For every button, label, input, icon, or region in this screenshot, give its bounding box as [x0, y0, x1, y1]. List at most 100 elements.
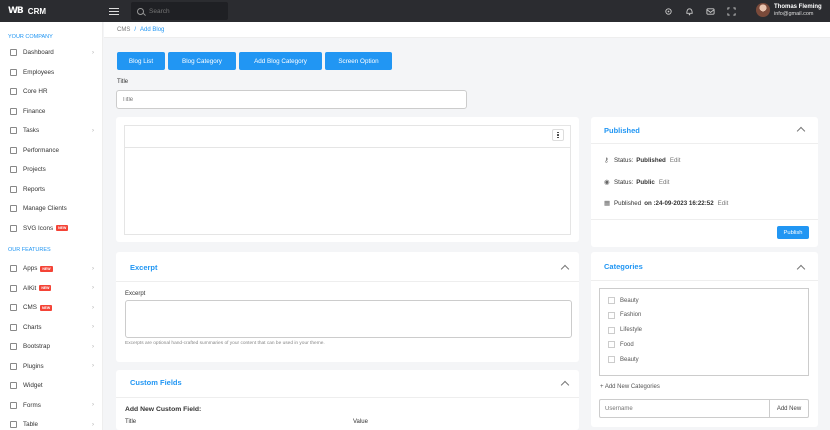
excerpt-textarea[interactable] — [125, 300, 572, 338]
nav-icon — [10, 205, 17, 213]
sidebar-item-forms[interactable]: Forms › — [0, 396, 103, 416]
nav-icon — [10, 166, 17, 174]
sidebar-item-apps[interactable]: Apps NEW › — [0, 259, 103, 279]
calendar-icon: ▦ — [604, 200, 611, 207]
sidebar-item-aikit[interactable]: AIKit NEW › — [0, 279, 103, 299]
excerpt-label: Excerpt — [125, 291, 146, 297]
sidebar-item-manage-clients[interactable]: Manage Clients — [0, 199, 103, 219]
tab-screen-option[interactable]: Screen Option — [325, 52, 392, 70]
sidebar-item-reports[interactable]: Reports — [0, 180, 103, 200]
sidebar-item-bootstrap[interactable]: Bootstrap › — [0, 337, 103, 357]
sidebar-item-label: Employees — [23, 68, 55, 76]
date-value: on :24-09-2023 16:22:52 — [644, 199, 714, 207]
sidebar-item-widget[interactable]: Widget — [0, 376, 103, 396]
sidebar-item-projects[interactable]: Projects — [0, 160, 103, 180]
chevron-right-icon: › — [92, 402, 94, 409]
sidebar-section-features: OUR FEATURES — [8, 247, 51, 253]
editor-area[interactable] — [124, 125, 571, 235]
category-checkbox[interactable] — [608, 297, 615, 304]
categories-card-title: Categories — [604, 262, 643, 271]
sidebar-item-charts[interactable]: Charts › — [0, 318, 103, 338]
date-edit-link[interactable]: Edit — [718, 200, 729, 207]
category-checkbox[interactable] — [608, 356, 615, 364]
nav-icon — [10, 362, 17, 370]
category-item[interactable]: Lifestyle — [608, 326, 643, 334]
sidebar-item-label: CMS — [23, 304, 37, 312]
category-checkbox[interactable] — [608, 326, 615, 334]
breadcrumb-parent[interactable]: CMS — [117, 27, 130, 33]
key-icon: ⚷ — [604, 157, 609, 164]
visibility-edit-link[interactable]: Edit — [659, 179, 670, 186]
sidebar-item-label: Plugins — [23, 362, 44, 370]
nav-icon — [10, 224, 17, 232]
sidebar-item-label: Bootstrap — [23, 343, 50, 351]
chevron-right-icon: › — [92, 304, 94, 311]
search-input[interactable] — [149, 7, 219, 15]
brand-logo: WB — [8, 6, 24, 16]
gear-icon[interactable] — [664, 7, 673, 16]
nav-icon — [10, 127, 17, 135]
sidebar-item-finance[interactable]: Finance — [0, 102, 103, 122]
chevron-right-icon: › — [92, 285, 94, 292]
chevron-right-icon: › — [92, 421, 94, 428]
category-label: Fashion — [620, 312, 642, 319]
chevron-right-icon: › — [92, 363, 94, 370]
user-profile[interactable]: Thomas Fleming info@gmail.com — [756, 3, 822, 17]
brand[interactable]: WB CRM — [0, 0, 103, 22]
more-options-icon[interactable] — [552, 129, 564, 141]
sidebar-item-label: Core HR — [23, 88, 48, 96]
category-item[interactable]: Beauty — [608, 356, 639, 364]
visibility-value: Public — [636, 178, 655, 186]
custom-fields-heading: Add New Custom Field: — [125, 406, 202, 413]
title-input[interactable] — [116, 90, 467, 109]
bell-icon[interactable] — [685, 7, 694, 16]
nav-icon — [10, 265, 17, 273]
category-checkbox[interactable] — [608, 341, 615, 349]
add-new-category-button[interactable]: Add New — [770, 399, 809, 418]
sidebar-item-core-hr[interactable]: Core HR — [0, 82, 103, 102]
custom-fields-title: Custom Fields — [130, 378, 182, 387]
status-edit-link[interactable]: Edit — [670, 157, 681, 164]
category-checkbox[interactable] — [608, 311, 615, 319]
nav-icon — [10, 304, 17, 312]
new-badge: NEW — [56, 225, 69, 232]
category-label: Lifestyle — [620, 327, 643, 334]
mail-icon[interactable] — [706, 7, 715, 16]
add-new-category-link[interactable]: + Add New Categories — [600, 384, 660, 390]
tab-blog-list[interactable]: Blog List — [117, 52, 165, 70]
fullscreen-icon[interactable] — [727, 6, 736, 16]
hamburger-menu-icon[interactable] — [109, 7, 119, 15]
custom-fields-card — [116, 370, 579, 430]
chevron-right-icon: › — [92, 343, 94, 350]
category-name-input[interactable] — [599, 399, 770, 418]
custom-fields-col-title: Title — [125, 419, 137, 425]
category-label: Beauty — [620, 356, 639, 363]
visibility-row: ◉ Status: Public Edit — [604, 178, 670, 187]
custom-fields-col-value: Value — [353, 419, 368, 425]
title-label: Title — [117, 79, 129, 85]
sidebar-item-svg-icons[interactable]: SVG Icons NEW — [0, 219, 103, 239]
nav-icon — [10, 323, 17, 331]
sidebar-item-employees[interactable]: Employees — [0, 63, 103, 83]
editor-card — [116, 117, 579, 242]
nav-icon — [10, 68, 17, 76]
nav-icon — [10, 382, 17, 390]
published-divider — [591, 143, 818, 144]
sidebar-item-performance[interactable]: Performance — [0, 141, 103, 161]
published-footer-divider — [591, 219, 818, 220]
tab-blog-category[interactable]: Blog Category — [168, 52, 236, 70]
brand-name: CRM — [27, 6, 47, 16]
search-icon — [137, 7, 144, 15]
sidebar-item-dashboard[interactable]: Dashboard › — [0, 43, 103, 63]
eye-icon: ◉ — [604, 179, 610, 186]
category-item[interactable]: Fashion — [608, 311, 642, 319]
sidebar-item-cms[interactable]: CMS NEW › — [0, 298, 103, 318]
tab-add-blog-category[interactable]: Add Blog Category — [239, 52, 322, 70]
category-item[interactable]: Food — [608, 341, 634, 349]
publish-button[interactable]: Publish — [777, 226, 809, 239]
sidebar-item-plugins[interactable]: Plugins › — [0, 357, 103, 377]
category-item[interactable]: Beauty — [608, 297, 639, 304]
sidebar-item-table[interactable]: Table › — [0, 415, 103, 430]
custom-fields-divider — [116, 397, 579, 398]
sidebar-item-tasks[interactable]: Tasks › — [0, 121, 103, 141]
